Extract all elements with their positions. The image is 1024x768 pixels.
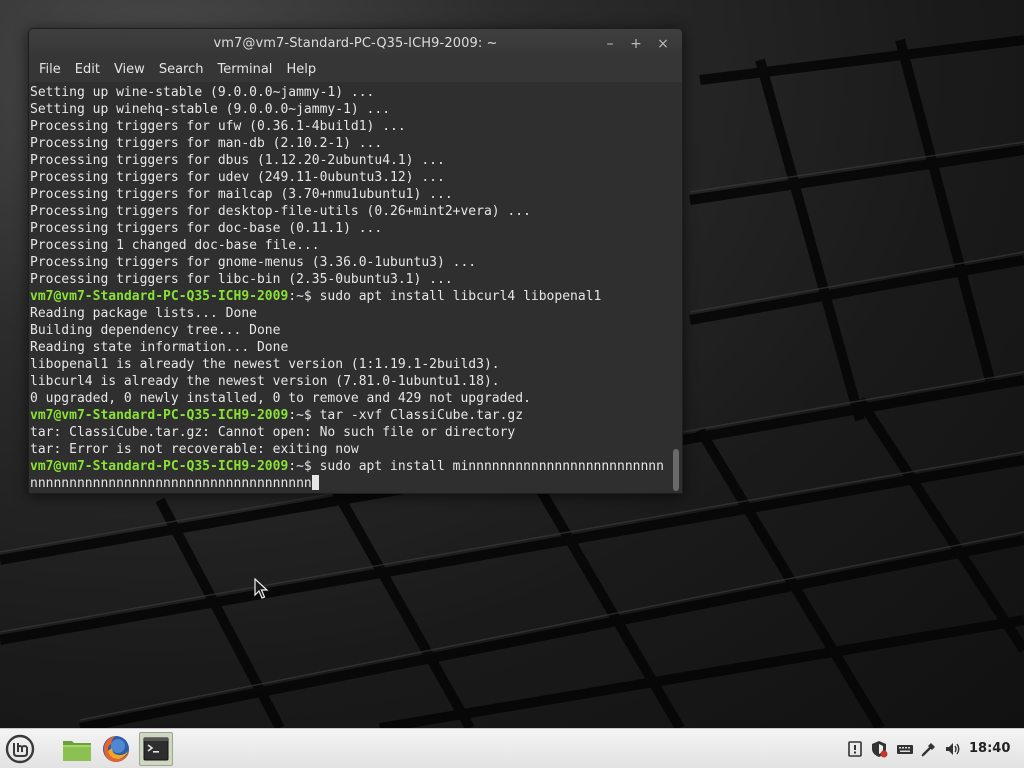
terminal-line: Processing triggers for dbus (1.12.20-2u…: [29, 152, 671, 169]
terminal-text: Processing triggers for dbus (1.12.20-2u…: [30, 153, 445, 168]
terminal-text: :~$ tar -xvf ClassiCube.tar.gz: [288, 408, 524, 423]
terminal-scrollbar[interactable]: [671, 82, 682, 493]
terminal-text: Processing triggers for man-db (2.10.2-1…: [30, 136, 383, 151]
menu-file[interactable]: File: [32, 58, 68, 82]
terminal-text: Reading package lists... Done: [30, 306, 257, 321]
shield-update-icon[interactable]: [870, 740, 888, 758]
close-button[interactable]: ×: [653, 34, 673, 54]
terminal-window[interactable]: vm7@vm7-Standard-PC-Q35-ICH9-2009: ~ – +…: [28, 28, 683, 494]
firefox-icon[interactable]: [99, 732, 133, 766]
terminal-text: :~$ sudo apt install libcurl4 libopenal1: [288, 289, 602, 304]
terminal-line: Processing triggers for ufw (0.36.1-4bui…: [29, 118, 671, 135]
mouse-pointer-icon: [254, 577, 270, 604]
terminal-line: vm7@vm7-Standard-PC-Q35-ICH9-2009:~$ sud…: [29, 458, 671, 475]
terminal-output[interactable]: Setting up wine-stable (9.0.0.0~jammy-1)…: [29, 82, 671, 493]
text-cursor: [311, 475, 319, 490]
terminal-line: Setting up winehq-stable (9.0.0.0~jammy-…: [29, 101, 671, 118]
keyboard-icon[interactable]: [896, 740, 914, 758]
minimize-button[interactable]: –: [600, 34, 620, 54]
terminal-line: vm7@vm7-Standard-PC-Q35-ICH9-2009:~$ tar…: [29, 407, 671, 424]
scrollbar-thumb[interactable]: [673, 449, 679, 491]
files-folder-icon[interactable]: [60, 732, 94, 766]
terminal-text: Processing 1 changed doc-base file...: [30, 238, 320, 253]
terminal-text: tar: Error is not recoverable: exiting n…: [30, 442, 359, 457]
clock[interactable]: 18:40: [969, 729, 1010, 768]
terminal-line: Processing triggers for man-db (2.10.2-1…: [29, 135, 671, 152]
terminal-line: Processing triggers for libc-bin (2.35-0…: [29, 271, 671, 288]
terminal-text: nnnnnnnnnnnnnnnnnnnnnnnnnnnnnnnnnnnn: [30, 476, 312, 491]
terminal-text: Processing triggers for gnome-menus (3.3…: [30, 255, 477, 270]
shell-prompt: vm7@vm7-Standard-PC-Q35-ICH9-2009: [30, 289, 289, 304]
terminal-line: libcurl4 is already the newest version (…: [29, 373, 671, 390]
terminal-text: Setting up winehq-stable (9.0.0.0~jammy-…: [30, 102, 391, 117]
menu-edit[interactable]: Edit: [68, 58, 107, 82]
terminal-text: libopenal1 is already the newest version…: [30, 357, 500, 372]
shell-prompt: vm7@vm7-Standard-PC-Q35-ICH9-2009: [30, 459, 289, 474]
terminal-line: 0 upgraded, 0 newly installed, 0 to remo…: [29, 390, 671, 407]
window-titlebar[interactable]: vm7@vm7-Standard-PC-Q35-ICH9-2009: ~ – +…: [29, 29, 682, 58]
terminal-line: Setting up wine-stable (9.0.0.0~jammy-1)…: [29, 84, 671, 101]
terminal-line: Processing triggers for gnome-menus (3.3…: [29, 254, 671, 271]
window-title: vm7@vm7-Standard-PC-Q35-ICH9-2009: ~: [213, 36, 498, 51]
network-icon[interactable]: [920, 740, 938, 758]
terminal-text: libcurl4 is already the newest version (…: [30, 374, 500, 389]
menu-search[interactable]: Search: [152, 58, 211, 82]
terminal-line: Building dependency tree... Done: [29, 322, 671, 339]
terminal-text: :~$ sudo apt install minnnnnnnnnnnnnnnnn…: [288, 459, 664, 474]
terminal-text: Processing triggers for doc-base (0.11.1…: [30, 221, 383, 236]
terminal-line: tar: ClassiCube.tar.gz: Cannot open: No …: [29, 424, 671, 441]
terminal-line: libopenal1 is already the newest version…: [29, 356, 671, 373]
menu-view[interactable]: View: [107, 58, 152, 82]
terminal-line: Processing triggers for doc-base (0.11.1…: [29, 220, 671, 237]
terminal-line: vm7@vm7-Standard-PC-Q35-ICH9-2009:~$ sud…: [29, 288, 671, 305]
terminal-text: Setting up wine-stable (9.0.0.0~jammy-1)…: [30, 85, 375, 100]
notification-icon[interactable]: [846, 740, 864, 758]
terminal-text: Processing triggers for mailcap (3.70+nm…: [30, 187, 453, 202]
terminal-text: Processing triggers for libc-bin (2.35-0…: [30, 272, 453, 287]
menu-help[interactable]: Help: [279, 58, 323, 82]
menubar: File Edit View Search Terminal Help: [29, 58, 682, 82]
volume-icon[interactable]: [944, 740, 962, 758]
menu-terminal[interactable]: Terminal: [210, 58, 279, 82]
terminal-text: Processing triggers for udev (249.11-0ub…: [30, 170, 445, 185]
terminal-text: Reading state information... Done: [30, 340, 289, 355]
terminal-line: Processing triggers for mailcap (3.70+nm…: [29, 186, 671, 203]
taskbar: 18:40: [0, 728, 1024, 768]
terminal-text: 0 upgraded, 0 newly installed, 0 to remo…: [30, 391, 531, 406]
terminal-text: Building dependency tree... Done: [30, 323, 281, 338]
terminal-icon[interactable]: [139, 732, 173, 766]
mint-menu-icon[interactable]: [3, 732, 37, 766]
terminal-text: Processing triggers for ufw (0.36.1-4bui…: [30, 119, 406, 134]
terminal-text: Processing triggers for desktop-file-uti…: [30, 204, 531, 219]
terminal-line: Reading state information... Done: [29, 339, 671, 356]
terminal-line: tar: Error is not recoverable: exiting n…: [29, 441, 671, 458]
maximize-button[interactable]: +: [626, 34, 646, 54]
terminal-line: Reading package lists... Done: [29, 305, 671, 322]
terminal-line: nnnnnnnnnnnnnnnnnnnnnnnnnnnnnnnnnnnn: [29, 475, 671, 492]
terminal-line: Processing 1 changed doc-base file...: [29, 237, 671, 254]
terminal-line: Processing triggers for desktop-file-uti…: [29, 203, 671, 220]
terminal-text: tar: ClassiCube.tar.gz: Cannot open: No …: [30, 425, 516, 440]
shell-prompt: vm7@vm7-Standard-PC-Q35-ICH9-2009: [30, 408, 289, 423]
terminal-line: Processing triggers for udev (249.11-0ub…: [29, 169, 671, 186]
